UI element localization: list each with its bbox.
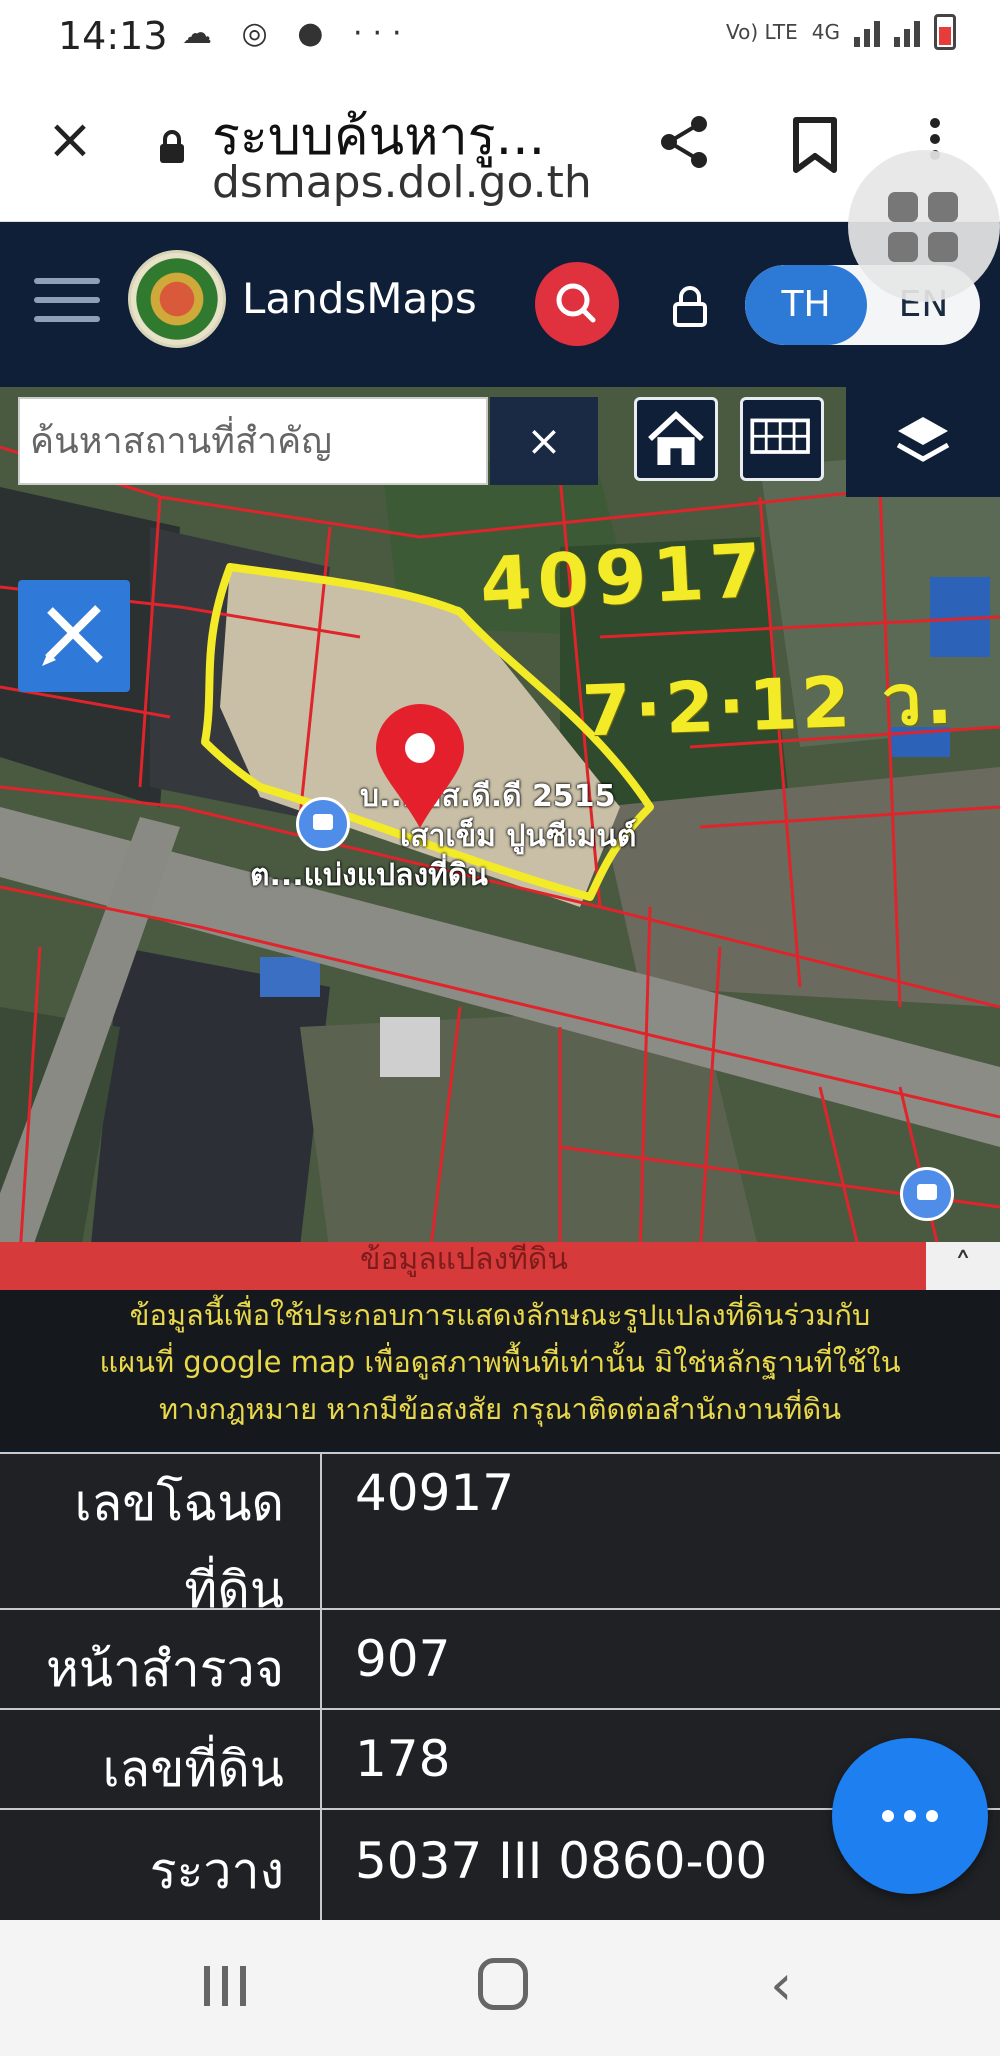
grid-button[interactable] [740, 397, 824, 481]
close-icon[interactable]: × [40, 110, 100, 170]
back-icon[interactable]: ‹ [770, 1956, 810, 2016]
clear-search-button[interactable]: × [490, 397, 598, 485]
table-row: เลขโฉนด ที่ดิน 40917 [0, 1454, 1000, 1619]
grid-icon [750, 418, 810, 454]
row-label: เลขโฉนด ที่ดิน [0, 1454, 322, 1619]
browser-toolbar: × ระบบค้นหารู... dsmaps.dol.go.th [0, 72, 1000, 222]
land-number-value: 178 [355, 1730, 451, 1788]
recents-icon[interactable] [204, 1966, 248, 2006]
handwritten-area: 7·2·12 ว. [580, 657, 958, 753]
poi-icon-2[interactable] [900, 1167, 954, 1221]
map-sheet-value: 5037 III 0860-00 [355, 1832, 768, 1890]
system-nav-bar: ‹ [0, 1920, 1000, 2056]
row-label: หน้าสำรวจ [0, 1610, 322, 1708]
signal-icon [854, 17, 880, 47]
seal-logo-icon [128, 250, 226, 348]
screen: 14:13 ☁ ◎ ● ··· Vo) LTE 4G × ระบบค้นหารู… [0, 0, 1000, 2056]
disclaimer-line: ข้อมูลนี้เพื่อใช้ประกอบการแสดงลักษณะรูปแ… [129, 1298, 871, 1332]
search-button[interactable] [535, 262, 619, 346]
home-icon [648, 411, 704, 465]
row-label: ระวาง [0, 1810, 322, 1922]
deed-number-value: 40917 [355, 1464, 515, 1522]
bookmark-icon[interactable] [790, 116, 840, 174]
signal-icon-2 [894, 17, 920, 47]
satellite-map[interactable]: × [0, 387, 1000, 1255]
lang-th-button[interactable]: TH [745, 265, 867, 345]
layers-button[interactable] [846, 387, 1000, 497]
brand-title: LandsMaps [242, 274, 477, 323]
more-options-button[interactable] [832, 1738, 988, 1894]
banner-title: ข้อมูลแปลงที่ดิน [360, 1242, 568, 1277]
chevron-up-icon[interactable]: ˄ [926, 1242, 1000, 1290]
network-type: 4G [811, 20, 840, 44]
tabs-grid-icon[interactable] [848, 150, 1000, 302]
padlock-icon[interactable] [670, 284, 710, 328]
search-icon [556, 283, 596, 323]
parcel-info-banner[interactable]: ข้อมูลแปลงที่ดิน ˄ [0, 1242, 1000, 1290]
lock-icon [160, 130, 184, 163]
row-label-line: เลขโฉนด [74, 1474, 284, 1532]
home-button[interactable] [634, 397, 718, 481]
map-pin-icon[interactable] [370, 702, 470, 832]
disclaimer-line: แผนที่ google map เพื่อดูสภาพพื้นที่เท่า… [99, 1345, 901, 1379]
status-icons: ☁ ◎ ● ··· [182, 16, 412, 51]
layers-icon [896, 417, 950, 462]
share-icon[interactable] [655, 112, 715, 172]
page-domain[interactable]: dsmaps.dol.go.th [212, 157, 592, 208]
handwritten-parcel-number: 40917 [477, 527, 770, 629]
place-label-3: ต...แบ่งแปลงที่ดิน [250, 858, 488, 893]
pencil-ruler-icon [42, 605, 103, 666]
disclaimer: ข้อมูลนี้เพื่อใช้ประกอบการแสดงลักษณะรูปแ… [0, 1290, 1000, 1450]
survey-page-value: 907 [355, 1630, 451, 1688]
table-row: หน้าสำรวจ 907 [0, 1610, 1000, 1710]
status-time: 14:13 [58, 14, 168, 58]
disclaimer-line: ทางกฎหมาย หากมีข้อสงสัย กรุณาติดต่อสำนัก… [158, 1392, 842, 1426]
poi-icon[interactable] [296, 797, 350, 851]
network-label: Vo) LTE [725, 20, 798, 44]
hamburger-icon[interactable] [34, 278, 100, 335]
battery-icon [934, 14, 956, 50]
status-right: Vo) LTE 4G [726, 14, 956, 50]
nav-home-icon[interactable] [478, 1958, 528, 2010]
place-search-field[interactable] [18, 397, 488, 485]
status-bar: 14:13 ☁ ◎ ● ··· Vo) LTE 4G [0, 0, 1000, 72]
place-search-input[interactable] [20, 399, 486, 483]
row-label: เลขที่ดิน [0, 1710, 322, 1808]
draw-measure-button[interactable] [18, 580, 130, 692]
